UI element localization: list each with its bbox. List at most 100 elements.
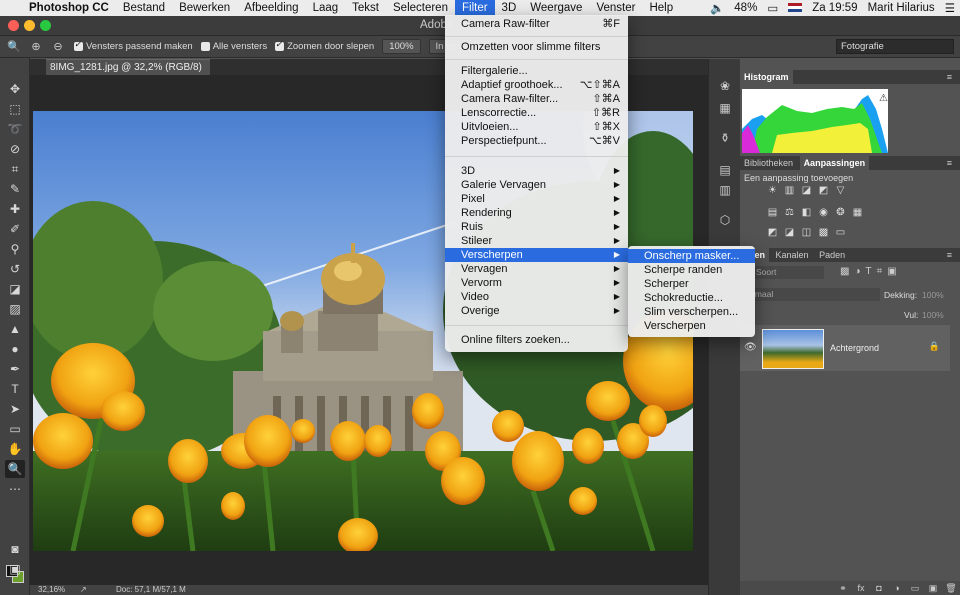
panel-menu-icon[interactable]: ≡ xyxy=(943,70,956,84)
pen-tool-icon[interactable]: ✒ xyxy=(5,360,25,378)
tab-channels[interactable]: Kanalen xyxy=(772,248,813,262)
brightness-icon[interactable]: ☀ xyxy=(764,185,781,199)
zoom-out-icon[interactable]: ⊖ xyxy=(50,39,66,55)
add-mask-icon[interactable]: ◘ xyxy=(870,581,888,595)
panel-menu-icon[interactable]: ≡ xyxy=(943,248,956,262)
exposure-icon[interactable]: ◩ xyxy=(815,185,832,199)
zoom-in-icon[interactable]: ⊕ xyxy=(28,39,44,55)
visibility-eye-icon[interactable]: 👁 xyxy=(744,342,757,353)
fill-value[interactable]: 100% xyxy=(922,310,944,320)
menu-item-render[interactable]: Rendering ▶ xyxy=(445,206,628,220)
user-name[interactable]: Marit Hilarius xyxy=(863,2,940,14)
gradient-tool-icon[interactable]: ▨ xyxy=(5,300,25,318)
group-icon[interactable]: ▭ xyxy=(906,581,924,595)
menu-item-sharpen-more[interactable]: Scherper xyxy=(628,277,755,291)
menu-tekst[interactable]: Tekst xyxy=(345,0,386,16)
crop-tool-icon[interactable]: ⌗ xyxy=(5,160,25,178)
zoom-100-button[interactable]: 100% xyxy=(382,39,421,54)
menu-venster[interactable]: Venster xyxy=(589,0,642,16)
menu-item-last-filter[interactable]: Camera Raw-filter ⌘F xyxy=(445,17,628,31)
layer-name[interactable]: Achtergrond xyxy=(830,343,879,353)
tab-libraries[interactable]: Bibliotheken xyxy=(740,156,797,170)
layer-filter-select[interactable]: Soort xyxy=(744,266,824,279)
color-icon[interactable]: ❀ xyxy=(716,77,734,95)
menu-item-other[interactable]: Overige ▶ xyxy=(445,304,628,318)
brush-tool-icon[interactable]: ✐ xyxy=(5,220,25,238)
invert-icon[interactable]: ◩ xyxy=(764,227,781,241)
quick-mask-icon[interactable]: ◙ xyxy=(5,540,25,558)
rectangle-tool-icon[interactable]: ▭ xyxy=(5,420,25,438)
menu-item-adaptive-wide-angle[interactable]: Adaptief groothoek... ⌥⇧⌘A xyxy=(445,78,628,92)
menu-item-sharpen-edges[interactable]: Scherpe randen xyxy=(628,263,755,277)
color-balance-icon[interactable]: ⚖ xyxy=(781,207,798,221)
move-tool-icon[interactable]: ✥ xyxy=(5,80,25,98)
channel-mixer-icon[interactable]: ❂ xyxy=(832,207,849,221)
photo-filter-icon[interactable]: ◉ xyxy=(815,207,832,221)
menu-item-smart-sharpen[interactable]: Slim verscherpen... xyxy=(628,305,755,319)
status-zoom[interactable]: 32,16% xyxy=(38,585,65,594)
zoom-tool-icon[interactable]: 🔍 xyxy=(5,460,25,478)
blend-mode-select[interactable]: rmaal xyxy=(744,288,880,301)
menu-item-vanishing-point[interactable]: Perspectiefpunt... ⌥⌘V xyxy=(445,134,628,148)
info-icon[interactable]: ▤ xyxy=(716,161,734,179)
layer-filter-icons[interactable]: ▩◑T⌗▣ xyxy=(840,266,902,277)
menu-afbeelding[interactable]: Afbeelding xyxy=(237,0,305,16)
zoom-window-button[interactable] xyxy=(40,20,51,31)
lock-icon[interactable]: 🔒 xyxy=(929,341,940,352)
status-share-icon[interactable]: ↗ xyxy=(80,585,87,594)
posterize-icon[interactable]: ◪ xyxy=(781,227,798,241)
menu-weergave[interactable]: Weergave xyxy=(523,0,589,16)
swatches-icon[interactable]: ▦ xyxy=(716,99,734,117)
new-layer-icon[interactable]: ▣ xyxy=(924,581,942,595)
menu-item-3d[interactable]: 3D ▶ xyxy=(445,164,628,178)
menu-item-video[interactable]: Video ▶ xyxy=(445,290,628,304)
notification-center-icon[interactable]: ☰ xyxy=(940,1,960,15)
menu-item-noise[interactable]: Ruis ▶ xyxy=(445,220,628,234)
menu-item-pixelate[interactable]: Pixel ▶ xyxy=(445,192,628,206)
3d-icon[interactable]: ⬡ xyxy=(716,211,734,229)
layer-thumbnail[interactable] xyxy=(762,329,824,369)
marquee-tool-icon[interactable]: ⬚ xyxy=(5,100,25,118)
layer-row[interactable]: 👁 Achtergrond 🔒 xyxy=(740,325,950,371)
gradient-map-icon[interactable]: ▭ xyxy=(832,227,849,241)
menu-item-liquify[interactable]: Uitvloeien... ⇧⌘X xyxy=(445,120,628,134)
menu-filter[interactable]: Filter xyxy=(454,0,495,16)
menu-item-shake-reduction[interactable]: Schokreductie... xyxy=(628,291,755,305)
dodge-tool-icon[interactable]: ● xyxy=(5,340,25,358)
menu-laag[interactable]: Laag xyxy=(306,0,346,16)
menu-app[interactable]: Photoshop CC xyxy=(22,0,116,16)
link-layers-icon[interactable]: ⚭ xyxy=(834,581,852,595)
hue-saturation-icon[interactable]: ▤ xyxy=(764,207,781,221)
battery-percent[interactable]: 48% xyxy=(729,2,762,14)
menu-item-blur-gallery[interactable]: Galerie Vervagen ▶ xyxy=(445,178,628,192)
healing-brush-tool-icon[interactable]: ✚ xyxy=(5,200,25,218)
properties-icon[interactable]: ▥ xyxy=(716,181,734,199)
flag-icon[interactable] xyxy=(783,2,807,14)
adjustment-layer-icon[interactable]: ◑ xyxy=(888,581,906,595)
menu-item-blur[interactable]: Vervagen ▶ xyxy=(445,262,628,276)
panel-menu-icon[interactable]: ≡ xyxy=(943,156,956,170)
eraser-tool-icon[interactable]: ◪ xyxy=(5,280,25,298)
tab-histogram[interactable]: Histogram xyxy=(740,70,793,84)
scrubby-zoom-checkbox[interactable] xyxy=(275,39,285,51)
menu-item-camera-raw[interactable]: Camera Raw-filter... ⇧⌘A xyxy=(445,92,628,106)
lasso-tool-icon[interactable]: ➰ xyxy=(5,120,25,138)
clock[interactable]: Za 19:59 xyxy=(807,2,862,14)
menu-item-stylize[interactable]: Stileer ▶ xyxy=(445,234,628,248)
menu-selecteren[interactable]: Selecteren xyxy=(386,0,455,16)
curves-icon[interactable]: ◪ xyxy=(798,185,815,199)
levels-icon[interactable]: ▥ xyxy=(781,185,798,199)
menu-item-sharpen[interactable]: Verscherpen ▶ xyxy=(445,248,628,262)
volume-icon[interactable]: 🔈 xyxy=(705,1,729,15)
menu-item-sharpen-basic[interactable]: Verscherpen xyxy=(628,319,755,333)
history-brush-tool-icon[interactable]: ↺ xyxy=(5,260,25,278)
threshold-icon[interactable]: ◫ xyxy=(798,227,815,241)
tab-adjustments[interactable]: Aanpassingen xyxy=(799,156,870,170)
color-lookup-icon[interactable]: ▦ xyxy=(849,207,866,221)
minimize-window-button[interactable] xyxy=(24,20,35,31)
menu-item-filter-gallery[interactable]: Filtergalerie... xyxy=(445,64,628,78)
tab-paths[interactable]: Paden xyxy=(815,248,849,262)
menu-3d[interactable]: 3D xyxy=(495,0,524,16)
menu-item-convert-smart[interactable]: Omzetten voor slimme filters xyxy=(445,40,628,54)
menu-item-distort[interactable]: Vervorm ▶ xyxy=(445,276,628,290)
